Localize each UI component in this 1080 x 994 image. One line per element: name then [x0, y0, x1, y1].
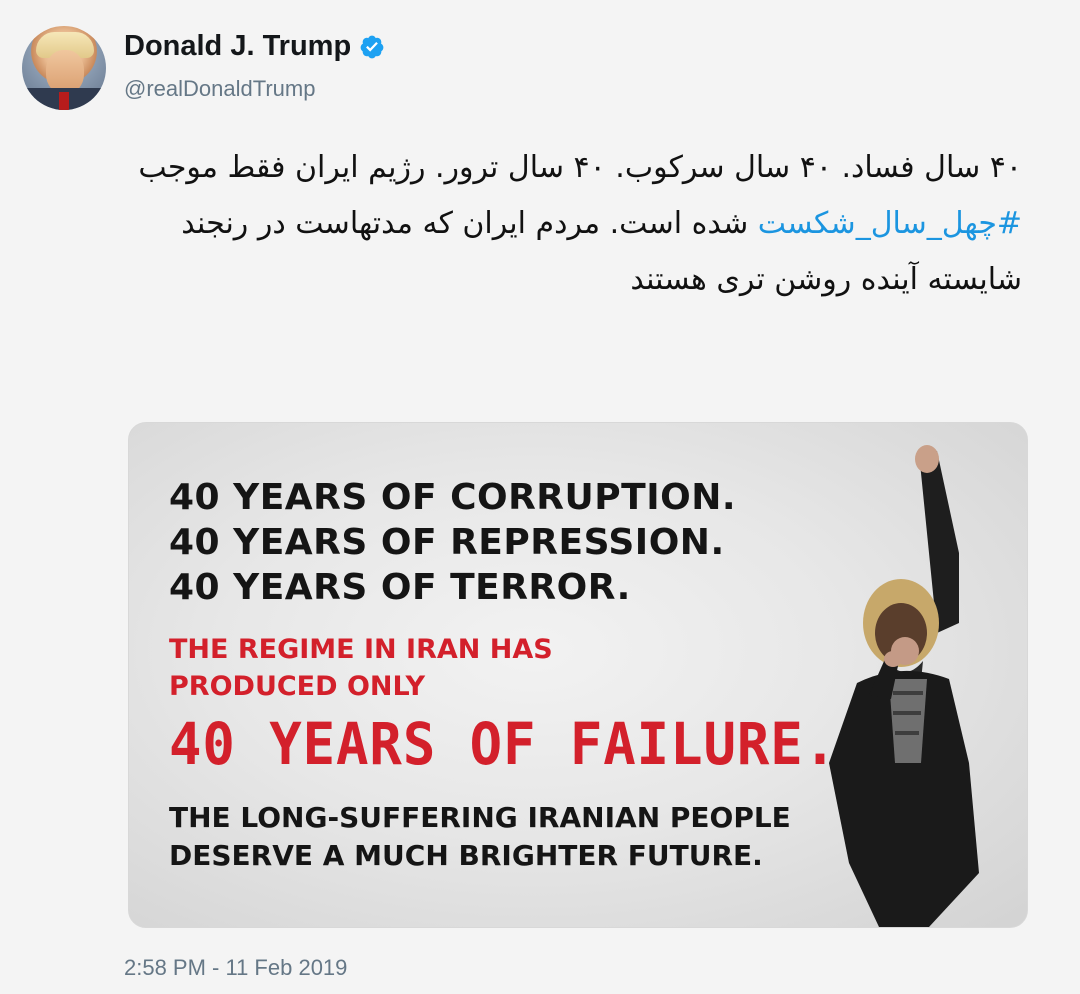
author-name[interactable]: Donald J. Trump: [124, 30, 351, 63]
poster-headline: 40 YEARS OF CORRUPTION. 40 YEARS OF REPR…: [169, 475, 736, 610]
tweet-text-before: ۴۰ سال فساد. ۴۰ سال سرکوب. ۴۰ سال ترور. …: [138, 150, 1022, 185]
hashtag-link[interactable]: #چهل_سال_شکست: [758, 206, 1022, 241]
poster-line: 40 YEARS OF TERROR.: [169, 567, 631, 608]
tweet-text: ۴۰ سال فساد. ۴۰ سال سرکوب. ۴۰ سال ترور. …: [120, 140, 1022, 308]
poster-line: THE LONG-SUFFERING IRANIAN PEOPLE: [169, 801, 791, 834]
poster-line: 40 YEARS OF CORRUPTION.: [169, 477, 737, 518]
author-name-row[interactable]: Donald J. Trump: [124, 30, 385, 63]
poster-line: THE REGIME IN IRAN HAS: [169, 634, 553, 665]
profile-avatar[interactable]: [22, 26, 106, 110]
author-handle[interactable]: @realDonaldTrump: [124, 76, 315, 102]
verified-badge-icon: [360, 35, 384, 58]
poster-line: DESERVE A MUCH BRIGHTER FUTURE.: [169, 839, 763, 872]
poster-footer: THE LONG-SUFFERING IRANIAN PEOPLE DESERV…: [169, 799, 791, 875]
poster-big-line: 40 YEARS OF FAILURE.: [169, 710, 838, 778]
poster-line: PRODUCED ONLY: [169, 671, 426, 702]
protester-photo: [829, 445, 979, 927]
tweet-timestamp[interactable]: 2:58 PM - 11 Feb 2019: [124, 955, 347, 981]
poster-line: 40 YEARS OF REPRESSION.: [169, 522, 725, 563]
poster-subhead: THE REGIME IN IRAN HAS PRODUCED ONLY: [169, 631, 553, 705]
tweet-media-image[interactable]: 40 YEARS OF CORRUPTION. 40 YEARS OF REPR…: [128, 422, 1028, 928]
